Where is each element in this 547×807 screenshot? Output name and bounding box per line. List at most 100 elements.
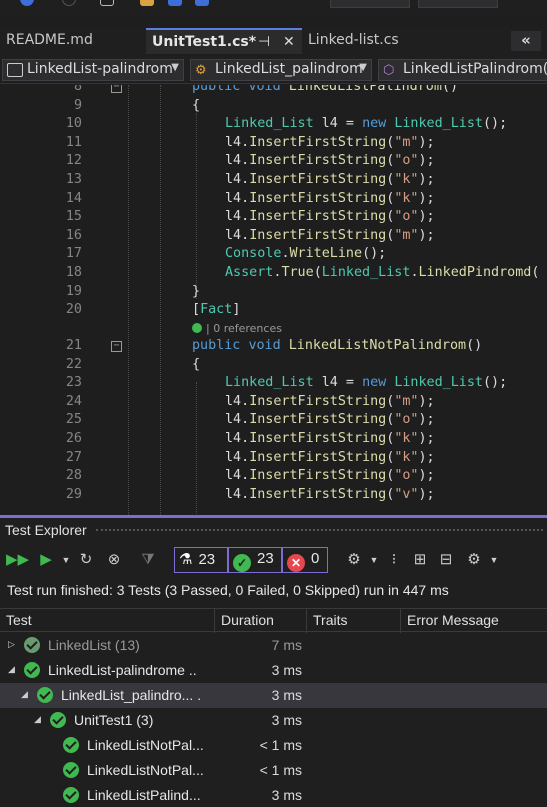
save-icon[interactable] <box>168 0 182 6</box>
collapsed-arrow-icon[interactable]: ▷ <box>8 639 15 650</box>
code-token: InsertFirstString <box>249 172 387 187</box>
tab-overflow-button[interactable]: « <box>511 31 541 51</box>
check-icon: ✓ <box>233 554 251 572</box>
code-line[interactable]: 15 l4.InsertFirstString("o"); <box>0 209 547 228</box>
code-line[interactable]: 17 Console.WriteLine(); <box>0 246 547 265</box>
code-token: Linked_List <box>225 116 314 132</box>
platform-combo[interactable] <box>418 0 498 8</box>
member-dropdown[interactable]: ⬡ LinkedListPalindrom( <box>378 59 547 81</box>
failed-tests-counter[interactable]: ✕ 0 <box>282 547 328 573</box>
expand-all-icon[interactable]: ⊞ <box>410 550 430 570</box>
group-by-icon[interactable]: ⁝ <box>384 550 404 570</box>
collapse-icon[interactable]: − <box>111 85 122 93</box>
code-line[interactable]: 19} <box>0 284 547 303</box>
code-line[interactable]: 9{ <box>0 98 547 117</box>
column-traits[interactable]: Traits <box>307 609 401 633</box>
tab-readme[interactable]: README.md <box>0 28 146 54</box>
pin-icon[interactable]: ⊣ <box>258 34 270 50</box>
chevron-down-icon[interactable]: ▼ <box>484 550 504 570</box>
run-all-icon[interactable]: ▶▶ <box>6 550 29 570</box>
test-tree-row[interactable]: LinkedListNotPal... < 1 ms <box>0 758 547 783</box>
code-line[interactable]: 22 { <box>0 357 547 376</box>
code-line[interactable]: 26 l4.InsertFirstString("k"); <box>0 431 547 450</box>
back-icon[interactable] <box>20 0 34 6</box>
test-name: LinkedListNotPal... <box>87 762 204 778</box>
code-line[interactable]: 14 l4.InsertFirstString("k"); <box>0 191 547 210</box>
code-line[interactable]: 23 Linked_List l4 = new Linked_List(); <box>0 375 547 394</box>
code-token: InsertFirstString <box>249 393 387 409</box>
drag-grip[interactable] <box>96 529 543 533</box>
code-line[interactable]: 27 l4.InsertFirstString("k"); <box>0 450 547 469</box>
total-tests-counter[interactable]: ⚗ 23 <box>174 547 228 573</box>
code-line[interactable]: 16 l4.InsertFirstString("m"); <box>0 228 547 247</box>
code-token: public <box>192 85 249 94</box>
code-line[interactable]: 29 l4.InsertFirstString("v"); <box>0 487 547 506</box>
run-icon[interactable]: ▶ <box>36 550 56 570</box>
test-tree-row[interactable]: LinkedListNotPal... < 1 ms <box>0 733 547 758</box>
line-number: 12 <box>65 153 82 169</box>
code-line[interactable]: 24 l4.InsertFirstString("m"); <box>0 394 547 413</box>
tab-unittest1[interactable]: UnitTest1.cs* ⊣ ✕ <box>146 28 302 54</box>
code-token: "k" <box>394 190 419 206</box>
cancel-icon[interactable]: ⊗ <box>104 550 124 570</box>
chevron-down-icon[interactable]: ▼ <box>364 550 384 570</box>
code-line[interactable]: 18 Assert.True(Linked_List.LinkedPindromd… <box>0 265 547 284</box>
code-token: new <box>362 375 395 391</box>
codelens[interactable]: | 0 references <box>192 322 282 335</box>
code-line[interactable]: 11 l4.InsertFirstString("m"); <box>0 135 547 154</box>
expanded-arrow-icon[interactable]: ◢ <box>34 714 41 725</box>
code-line[interactable]: 13 l4.InsertFirstString("k"); <box>0 172 547 191</box>
chevron-down-icon[interactable]: ▼ <box>56 550 76 570</box>
class-dropdown[interactable]: ⚙ LinkedList_palindrom ▼ <box>190 59 372 81</box>
code-line[interactable]: 12 l4.InsertFirstString("o"); <box>0 153 547 172</box>
code-line[interactable]: 10 Linked_List l4 = new Linked_List(); <box>0 116 547 135</box>
code-token: { <box>192 97 201 113</box>
panel-title-bar[interactable]: Test Explorer <box>0 518 547 542</box>
playlist-icon[interactable]: ⚙ <box>344 550 364 570</box>
test-tree-row[interactable]: ◢ LinkedList_palindro... . 3 ms <box>0 683 547 708</box>
code-editor[interactable]: 8− public void LinkedListPalindrom() 9{10 L… <box>0 85 547 515</box>
code-token: ( <box>313 265 322 280</box>
codelens-references[interactable]: | 0 references <box>206 322 282 335</box>
configuration-combo[interactable] <box>330 0 410 8</box>
code-token: "k" <box>394 449 419 465</box>
code-text: { <box>192 357 200 372</box>
repeat-run-icon[interactable]: ↻ <box>76 550 96 570</box>
forward-icon[interactable] <box>62 0 76 6</box>
close-icon[interactable]: ✕ <box>283 34 295 50</box>
collapse-all-icon[interactable]: ⊟ <box>436 550 456 570</box>
new-file-icon[interactable] <box>100 0 114 6</box>
method-icon: ⬡ <box>383 63 395 78</box>
column-test[interactable]: Test <box>0 609 215 633</box>
settings-icon[interactable]: ⚙ <box>464 550 484 570</box>
code-line[interactable]: 25 l4.InsertFirstString("o"); <box>0 412 547 431</box>
test-tree-row[interactable]: ◢ UnitTest1 (3) 3 ms <box>0 708 547 733</box>
code-line[interactable]: 21 − public void LinkedListNotPalindrom() <box>0 338 547 357</box>
column-error-message[interactable]: Error Message <box>401 609 547 633</box>
test-tree-row[interactable]: ▷ LinkedList (13) 7 ms <box>0 633 547 658</box>
test-explorer-panel: Test Explorer ▶▶ ▶ ▼ ↻ ⊗ ⧩ ⚗ 23 ✓ 23 ✕ 0 ⚙ … <box>0 518 547 807</box>
test-tree-row[interactable]: ◢ LinkedList-palindrome .. 3 ms <box>0 658 547 683</box>
code-token: ( <box>531 265 540 280</box>
line-number: 18 <box>65 265 82 280</box>
filter-icon[interactable]: ⧩ <box>138 550 158 570</box>
expanded-arrow-icon[interactable]: ◢ <box>21 689 28 700</box>
expanded-arrow-icon[interactable]: ◢ <box>8 664 15 675</box>
save-all-icon[interactable] <box>195 0 209 6</box>
column-duration[interactable]: Duration <box>215 609 307 633</box>
test-passed-icon <box>24 637 40 653</box>
code-line[interactable]: 28 l4.InsertFirstString("o"); <box>0 468 547 487</box>
code-text: l4.InsertFirstString("o"); <box>225 412 435 427</box>
collapse-icon[interactable]: − <box>111 341 122 352</box>
project-dropdown[interactable]: LinkedList-palindrom ▼ <box>2 59 184 81</box>
tab-linked-list[interactable]: Linked-list.cs <box>302 28 448 54</box>
code-line[interactable]: 20 [Fact] <box>0 302 547 321</box>
code-token: l4. <box>225 486 250 502</box>
passed-tests-counter[interactable]: ✓ 23 <box>228 547 282 573</box>
line-number: 26 <box>65 431 82 446</box>
test-tree-row[interactable]: LinkedListPalind... 3 ms <box>0 783 547 807</box>
code-line[interactable]: 8 − public void LinkedListPalindrom() <box>0 85 547 98</box>
line-number: 11 <box>65 134 82 150</box>
open-folder-icon[interactable] <box>140 0 154 6</box>
document-tabs: README.md UnitTest1.cs* ⊣ ✕ Linked-list.… <box>0 28 547 54</box>
